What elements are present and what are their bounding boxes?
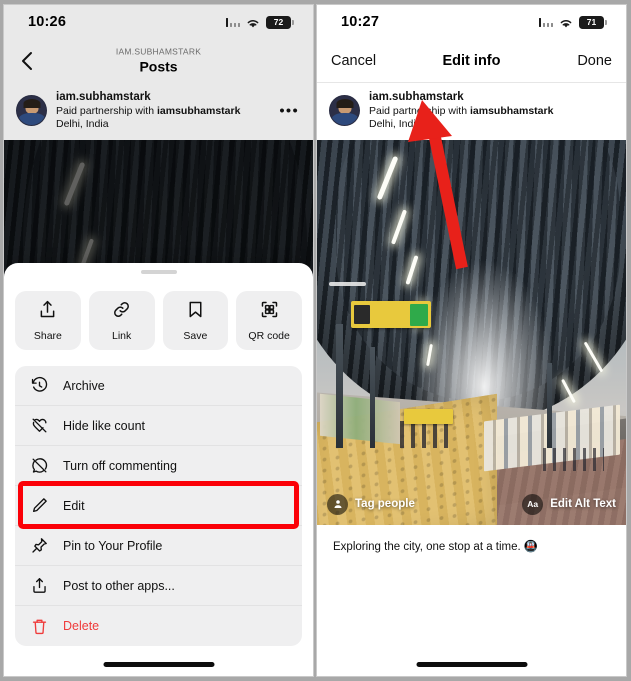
share-icon: [37, 299, 58, 325]
right-post-photo[interactable]: Tag people Aa Edit Alt Text: [317, 139, 626, 525]
comment-slash-icon: [29, 456, 49, 476]
nav-subtitle: IAM.SUBHAMSTARK: [115, 46, 202, 57]
screenshot-stage: 10:26 72 IAM.SUBHAMSTARK Posts iam.subha…: [0, 0, 631, 681]
caption-field[interactable]: Exploring the city, one stop at a time. …: [317, 525, 626, 567]
post-options-action-sheet: Share Link Save QR code Archive Hide lik…: [4, 263, 313, 676]
qr-code-label: QR code: [248, 330, 290, 342]
post-author-info: iam.subhamstark Paid partnership with ia…: [369, 90, 553, 132]
left-post-header: iam.subhamstark Paid partnership with ia…: [4, 83, 313, 140]
link-icon: [111, 299, 132, 325]
left-nav-bar: IAM.SUBHAMSTARK Posts: [4, 39, 313, 83]
menu-label: Hide like count: [63, 418, 145, 433]
status-indicators: 72: [225, 15, 294, 29]
pencil-icon: [29, 496, 49, 516]
post-location[interactable]: Delhi, India: [56, 118, 240, 131]
wifi-icon: [245, 16, 261, 28]
paid-partner-name[interactable]: iamsubhamstark: [157, 105, 240, 117]
edit-alt-text-label: Edit Alt Text: [550, 498, 616, 511]
link-button[interactable]: Link: [88, 291, 155, 350]
avatar[interactable]: [16, 95, 47, 127]
battery-icon: 72: [266, 15, 294, 29]
menu-item-archive[interactable]: Archive: [15, 366, 302, 406]
menu-item-delete[interactable]: Delete: [15, 606, 302, 646]
cellular-signal-icon: [538, 17, 553, 27]
archive-clock-icon: [29, 376, 49, 396]
save-label: Save: [183, 330, 208, 342]
right-post-header: iam.subhamstark Paid partnership with ia…: [317, 83, 626, 140]
aa-text-icon: Aa: [522, 493, 544, 515]
paid-partnership-label: Paid partnership with iamsubhamstark: [56, 105, 240, 118]
station-photo-scene: [317, 139, 626, 525]
paid-prefix: Paid partnership with: [369, 104, 470, 117]
options-menu-list: Archive Hide like count Turn off comment…: [15, 366, 302, 646]
share-label: Share: [33, 330, 62, 342]
nav-title-group: IAM.SUBHAMSTARK Posts: [4, 46, 313, 75]
avatar[interactable]: [329, 95, 360, 127]
author-username[interactable]: iam.subhamstark: [56, 90, 240, 105]
share-button[interactable]: Share: [15, 291, 81, 350]
tag-people-button[interactable]: Tag people: [327, 493, 415, 515]
menu-label: Turn off commenting: [63, 458, 177, 473]
edit-alt-text-button[interactable]: Aa Edit Alt Text: [522, 493, 616, 515]
left-phone-panel: 10:26 72 IAM.SUBHAMSTARK Posts iam.subha…: [3, 4, 314, 677]
post-author-info: iam.subhamstark Paid partnership with ia…: [56, 90, 240, 132]
status-indicators: 71: [538, 15, 607, 29]
status-time: 10:26: [28, 14, 67, 30]
pin-icon: [29, 536, 49, 556]
author-username[interactable]: iam.subhamstark: [369, 90, 553, 105]
menu-item-turn-off-commenting[interactable]: Turn off commenting: [15, 446, 302, 486]
cellular-signal-icon: [225, 17, 240, 27]
upload-box-icon: [29, 576, 49, 596]
save-button[interactable]: Save: [162, 291, 229, 350]
page-title: Posts: [139, 58, 178, 75]
menu-item-edit[interactable]: Edit: [15, 481, 302, 529]
wifi-icon: [558, 16, 574, 28]
home-indicator[interactable]: [416, 662, 527, 667]
bookmark-icon: [185, 299, 206, 325]
cancel-button[interactable]: Cancel: [331, 53, 376, 69]
edit-highlight-box: [18, 481, 299, 529]
paid-prefix: Paid partnership with: [56, 104, 157, 117]
menu-label: Delete: [63, 619, 100, 633]
qr-code-icon: [259, 299, 280, 325]
heart-slash-icon: [29, 416, 49, 436]
menu-label: Pin to Your Profile: [63, 538, 163, 553]
paid-partner-name[interactable]: iamsubhamstark: [470, 105, 553, 117]
home-indicator[interactable]: [103, 662, 214, 667]
menu-item-pin-to-profile[interactable]: Pin to Your Profile: [15, 526, 302, 566]
trash-icon: [29, 616, 49, 636]
left-status-bar: 10:26 72: [4, 5, 313, 39]
right-status-bar: 10:27 71: [317, 5, 626, 39]
more-options-icon[interactable]: •••: [279, 103, 299, 120]
done-button[interactable]: Done: [577, 53, 612, 69]
person-icon: [327, 493, 348, 515]
quick-actions-row: Share Link Save QR code: [4, 274, 313, 350]
menu-label: Archive: [63, 378, 105, 393]
battery-icon: 71: [579, 15, 607, 29]
post-location[interactable]: Delhi, India: [369, 118, 553, 131]
menu-label: Post to other apps...: [63, 578, 175, 593]
status-time: 10:27: [341, 14, 380, 30]
right-phone-panel: 10:27 71 Cancel Edit info Done iam.subha…: [316, 4, 627, 677]
edit-info-nav-bar: Cancel Edit info Done: [317, 39, 626, 83]
menu-label: Edit: [63, 498, 85, 513]
paid-partnership-label[interactable]: Paid partnership with iamsubhamstark: [369, 105, 553, 118]
menu-item-hide-like-count[interactable]: Hide like count: [15, 406, 302, 446]
link-label: Link: [111, 330, 132, 342]
tag-people-label: Tag people: [355, 498, 415, 511]
menu-item-post-to-other-apps[interactable]: Post to other apps...: [15, 566, 302, 606]
qr-code-button[interactable]: QR code: [236, 291, 302, 350]
